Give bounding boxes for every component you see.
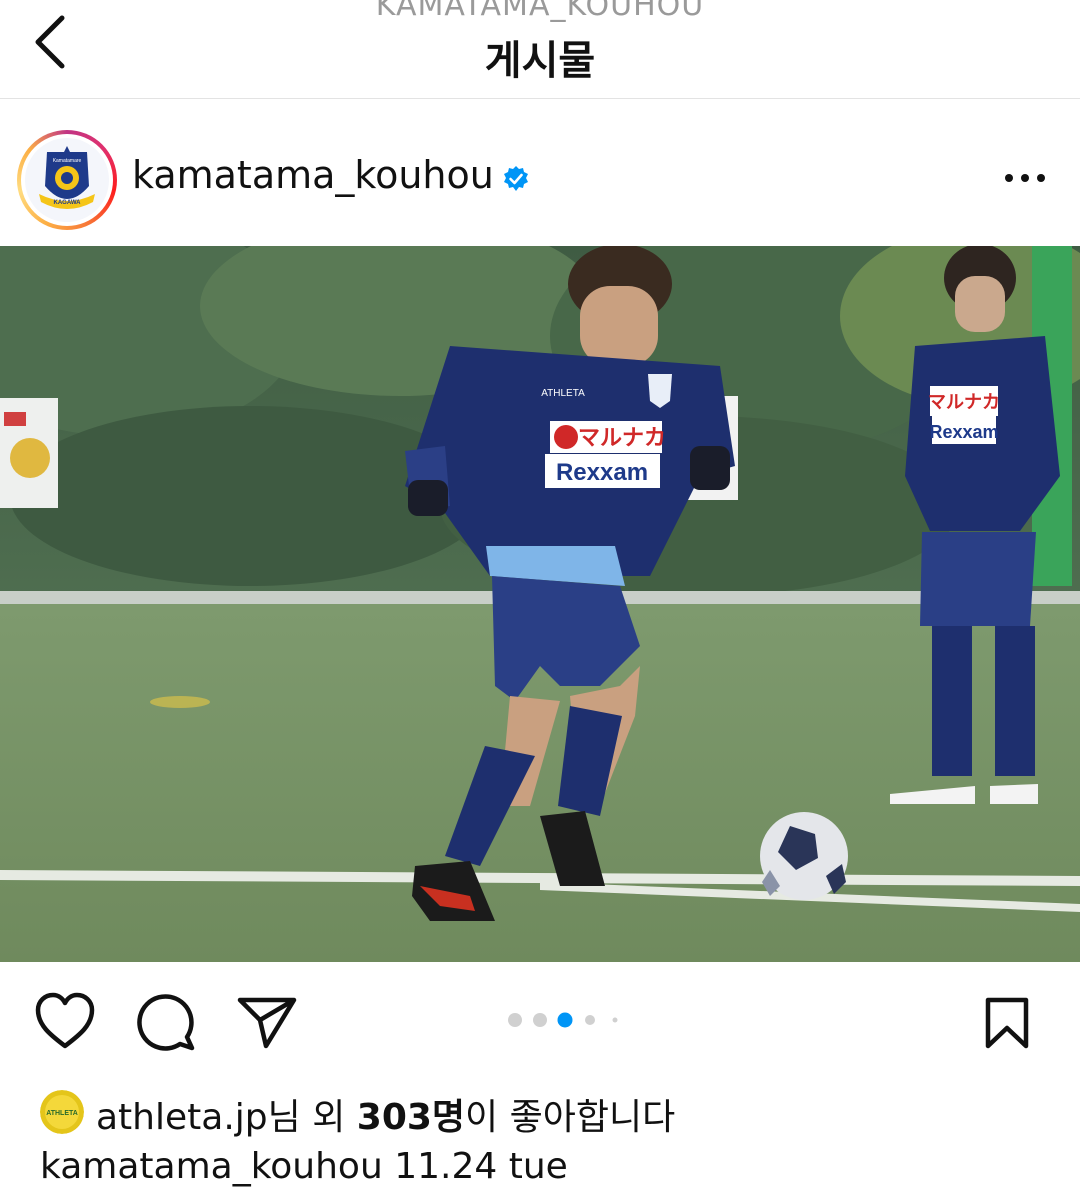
more-horizontal-icon[interactable]	[1000, 163, 1050, 193]
carousel-dot	[508, 1013, 522, 1027]
likes-count[interactable]: 303명	[357, 1097, 465, 1138]
carousel-dot	[585, 1015, 595, 1025]
page-title: 게시물	[484, 38, 596, 84]
carousel-dot-active	[557, 1012, 573, 1028]
svg-text:マルナカ: マルナカ	[928, 392, 1000, 413]
post-action-bar	[0, 962, 1080, 1072]
carousel-indicator	[508, 1012, 618, 1028]
top-bar: KAMATAMA_KOUHOU 게시물	[0, 0, 1080, 99]
likes-mid: 님 외	[267, 1097, 357, 1138]
comment-icon[interactable]	[136, 992, 196, 1052]
likes-tail: 이 좋아합니다	[465, 1097, 676, 1138]
post-username[interactable]: kamatama_kouhou	[132, 153, 494, 197]
avatar-text: KAGAWA	[54, 200, 82, 206]
liker-avatar: ATHLETA	[40, 1090, 84, 1134]
post-header: KAGAWA Kamatamare kamatama_kouhou	[0, 99, 1080, 246]
liker-username[interactable]: athleta.jp	[96, 1097, 268, 1138]
club-crest-logo: KAGAWA Kamatamare	[25, 138, 109, 222]
svg-text:ATHLETA: ATHLETA	[46, 1110, 78, 1117]
avatar[interactable]: KAGAWA Kamatamare	[17, 130, 117, 230]
kit-brand: ATHLETA	[541, 388, 585, 399]
carousel-dot	[533, 1013, 547, 1027]
caption-text: 11.24 tue	[382, 1146, 568, 1187]
soccer-ball	[760, 812, 848, 900]
jersey-sponsor-1: マルナカ	[578, 426, 666, 451]
verified-badge-icon	[504, 166, 528, 191]
caption: kamatama_kouhou 11.24 tue	[40, 1146, 568, 1187]
svg-text:Rexxam: Rexxam	[929, 422, 998, 442]
jersey-sponsor-2: Rexxam	[556, 459, 648, 486]
header-subtitle: KAMATAMA_KOUHOU	[375, 0, 705, 23]
send-icon[interactable]	[236, 994, 298, 1050]
bookmark-icon[interactable]	[984, 996, 1030, 1050]
likes-line[interactable]: ATHLETA athleta.jp님 외 303명이 좋아합니다	[40, 1088, 1040, 1138]
post-photo[interactable]: マルナカ Rexxam マルナカ Rexxam ATHLETA	[0, 246, 1080, 962]
likes-text: athleta.jp님 외 303명이 좋아합니다	[96, 1088, 675, 1140]
carousel-dot	[612, 1017, 618, 1023]
heart-icon[interactable]	[34, 992, 96, 1050]
avatar-text-top: Kamatamare	[53, 158, 82, 164]
caption-username[interactable]: kamatama_kouhou	[40, 1146, 383, 1187]
